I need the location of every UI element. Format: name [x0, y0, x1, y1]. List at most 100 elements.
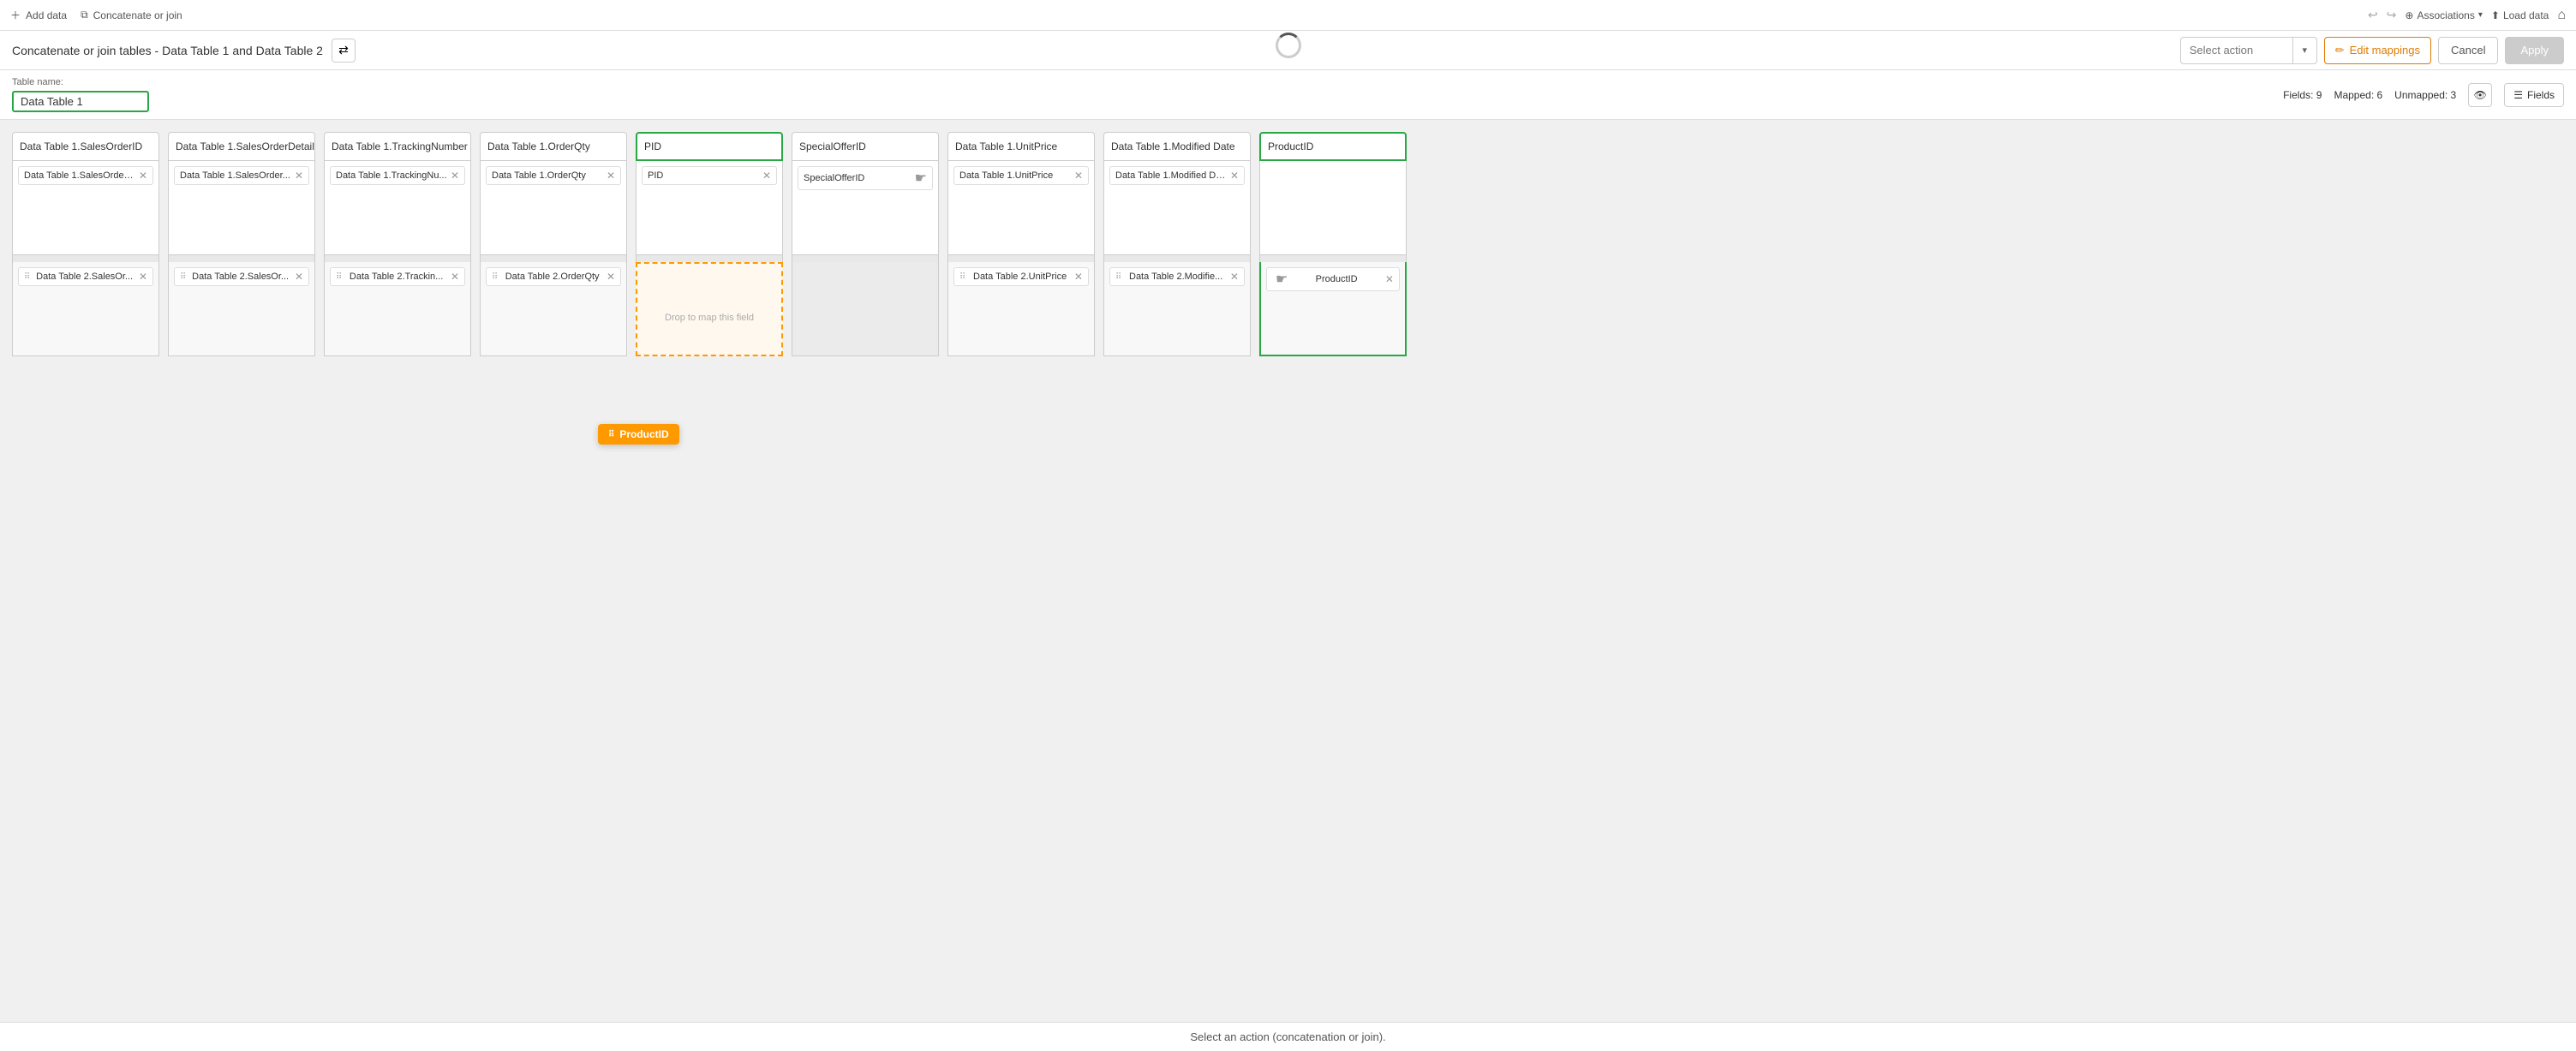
select-action-wrapper: ▾: [2180, 37, 2317, 64]
col-header-productid: ProductID: [1259, 132, 1407, 161]
close-icon[interactable]: ✕: [1385, 273, 1394, 285]
field-tag[interactable]: SpecialOfferID ☛: [798, 166, 933, 190]
cursor-hand-icon[interactable]: ☛: [1276, 271, 1288, 288]
redo-icon[interactable]: ↪: [2387, 8, 2397, 22]
col-bottom-unitprice: ⠿ Data Table 2.UnitPrice ✕: [947, 262, 1095, 356]
field-tag[interactable]: ⠿ Data Table 2.Trackin... ✕: [330, 267, 465, 286]
col-top-trackingnumber: Data Table 1.TrackingNu... ✕: [324, 161, 471, 255]
close-icon[interactable]: ✕: [607, 271, 615, 283]
field-tag[interactable]: PID ✕: [642, 166, 777, 185]
cancel-button[interactable]: Cancel: [2438, 37, 2498, 64]
close-icon[interactable]: ✕: [451, 271, 459, 283]
drop-text: Drop to map this field: [665, 296, 754, 323]
toolbar-right: ▾ ✏ Edit mappings Cancel Apply: [2180, 37, 2564, 64]
col-header-specialofferid: SpecialOfferID: [792, 132, 939, 161]
close-icon[interactable]: ✕: [762, 170, 771, 182]
column-unitprice: Data Table 1.UnitPrice Data Table 1.Unit…: [947, 132, 1095, 356]
field-tag[interactable]: ⠿ Data Table 2.SalesOr... ✕: [174, 267, 309, 286]
associations-button[interactable]: ⊕ Associations ▾: [2405, 9, 2482, 21]
drag-pill-grid-icon: ⠿: [608, 430, 614, 439]
undo-icon[interactable]: ↩: [2368, 8, 2378, 22]
col-header-salesorderdetailid: Data Table 1.SalesOrderDetailID: [168, 132, 315, 161]
toolbar-title: Concatenate or join tables - Data Table …: [12, 44, 323, 57]
column-modifieddate: Data Table 1.Modified Date Data Table 1.…: [1103, 132, 1251, 356]
fields-unmapped: Unmapped: 3: [2394, 89, 2456, 101]
field-tag[interactable]: Data Table 1.OrderQty ✕: [486, 166, 621, 185]
fields-mapped: Mapped: 6: [2334, 89, 2382, 101]
drag-icon: ⠿: [180, 272, 186, 282]
col-bottom-orderqty: ⠿ Data Table 2.OrderQty ✕: [480, 262, 627, 356]
drag-icon: ⠿: [24, 272, 30, 282]
col-divider: [792, 255, 939, 262]
fields-list-icon: ☰: [2513, 89, 2523, 101]
table-name-input[interactable]: [12, 91, 149, 112]
col-bottom-pid-droptarget[interactable]: Drop to map this field: [636, 262, 783, 356]
fields-button-label: Fields: [2527, 89, 2555, 101]
close-icon[interactable]: ✕: [1230, 271, 1239, 283]
home-icon[interactable]: ⌂: [2557, 8, 2566, 23]
close-icon[interactable]: ✕: [1074, 170, 1083, 182]
associations-chevron: ▾: [2478, 10, 2483, 20]
field-tag[interactable]: Data Table 1.SalesOrderID ✕: [18, 166, 153, 185]
field-tag[interactable]: ☛ ProductID ✕: [1266, 267, 1400, 291]
col-header-modifieddate: Data Table 1.Modified Date: [1103, 132, 1251, 161]
field-tag[interactable]: Data Table 1.UnitPrice ✕: [953, 166, 1089, 185]
select-action-chevron[interactable]: ▾: [2292, 38, 2316, 63]
edit-mappings-button[interactable]: ✏ Edit mappings: [2324, 37, 2431, 64]
edit-mappings-label: Edit mappings: [2350, 44, 2420, 57]
field-tag[interactable]: Data Table 1.SalesOrder... ✕: [174, 166, 309, 185]
field-tag[interactable]: ⠿ Data Table 2.Modifie... ✕: [1109, 267, 1245, 286]
field-tag[interactable]: Data Table 1.TrackingNu... ✕: [330, 166, 465, 185]
swap-button[interactable]: ⇄: [332, 39, 356, 63]
close-icon[interactable]: ✕: [1230, 170, 1239, 182]
column-pid: PID PID ✕ Drop to map this field: [636, 132, 783, 356]
load-data-button[interactable]: ⬆ Load data: [2491, 9, 2549, 21]
apply-button[interactable]: Apply: [2505, 37, 2564, 64]
fields-info: Fields: 9 Mapped: 6 Unmapped: 3 👁 ☰ Fiel…: [2283, 83, 2564, 107]
status-message: Select an action (concatenation or join)…: [1190, 1030, 1385, 1043]
close-icon[interactable]: ✕: [139, 271, 147, 283]
col-header-unitprice: Data Table 1.UnitPrice: [947, 132, 1095, 161]
field-tag[interactable]: ⠿ Data Table 2.SalesOr... ✕: [18, 267, 153, 286]
close-icon[interactable]: ✕: [451, 170, 459, 182]
close-icon[interactable]: ✕: [1074, 271, 1083, 283]
column-salesorderid: Data Table 1.SalesOrderID Data Table 1.S…: [12, 132, 159, 356]
column-trackingnumber: Data Table 1.TrackingNumber Data Table 1…: [324, 132, 471, 356]
eye-button[interactable]: 👁: [2468, 83, 2492, 107]
drag-icon: ⠿: [959, 272, 965, 282]
loading-spinner: [1276, 33, 1301, 58]
col-divider: [12, 255, 159, 262]
col-divider: [1103, 255, 1251, 262]
concatenate-join-label: Concatenate or join: [93, 9, 182, 21]
col-divider: [1259, 255, 1407, 262]
col-top-productid: [1259, 161, 1407, 255]
top-nav: ＋ Add data ⧉ Concatenate or join ↩ ↪ ⊕ A…: [0, 0, 2576, 31]
close-icon[interactable]: ✕: [139, 170, 147, 182]
plus-icon: ＋: [10, 8, 21, 22]
select-action-input[interactable]: [2181, 44, 2292, 57]
fields-button[interactable]: ☰ Fields: [2504, 83, 2564, 107]
add-data-nav[interactable]: ＋ Add data: [10, 8, 67, 22]
load-data-label: Load data: [2503, 9, 2549, 21]
concatenate-join-nav[interactable]: ⧉ Concatenate or join: [81, 9, 182, 21]
close-icon[interactable]: ✕: [295, 170, 303, 182]
drag-pill-label: ProductID: [619, 428, 668, 440]
add-data-label: Add data: [26, 9, 67, 21]
top-nav-left: ＋ Add data ⧉ Concatenate or join: [10, 8, 182, 22]
col-divider: [324, 255, 471, 262]
col-header-trackingnumber: Data Table 1.TrackingNumber: [324, 132, 471, 161]
close-icon[interactable]: ✕: [607, 170, 615, 182]
field-tag[interactable]: Data Table 1.Modified Date ✕: [1109, 166, 1245, 185]
field-tag[interactable]: ⠿ Data Table 2.UnitPrice ✕: [953, 267, 1089, 286]
col-divider: [636, 255, 783, 262]
join-icon: ⧉: [81, 9, 88, 21]
columns-container: Data Table 1.SalesOrderID Data Table 1.S…: [0, 120, 2576, 368]
close-icon[interactable]: ✕: [295, 271, 303, 283]
field-tag[interactable]: ⠿ Data Table 2.OrderQty ✕: [486, 267, 621, 286]
cursor-hand-icon[interactable]: ☛: [915, 170, 927, 187]
associations-label: Associations: [2417, 9, 2474, 21]
fields-total: Fields: 9: [2283, 89, 2322, 101]
col-header-salesorderid: Data Table 1.SalesOrderID: [12, 132, 159, 161]
table-name-bar: Table name: Fields: 9 Mapped: 6 Unmapped…: [0, 70, 2576, 120]
column-productid: ProductID ☛ ProductID ✕: [1259, 132, 1407, 356]
